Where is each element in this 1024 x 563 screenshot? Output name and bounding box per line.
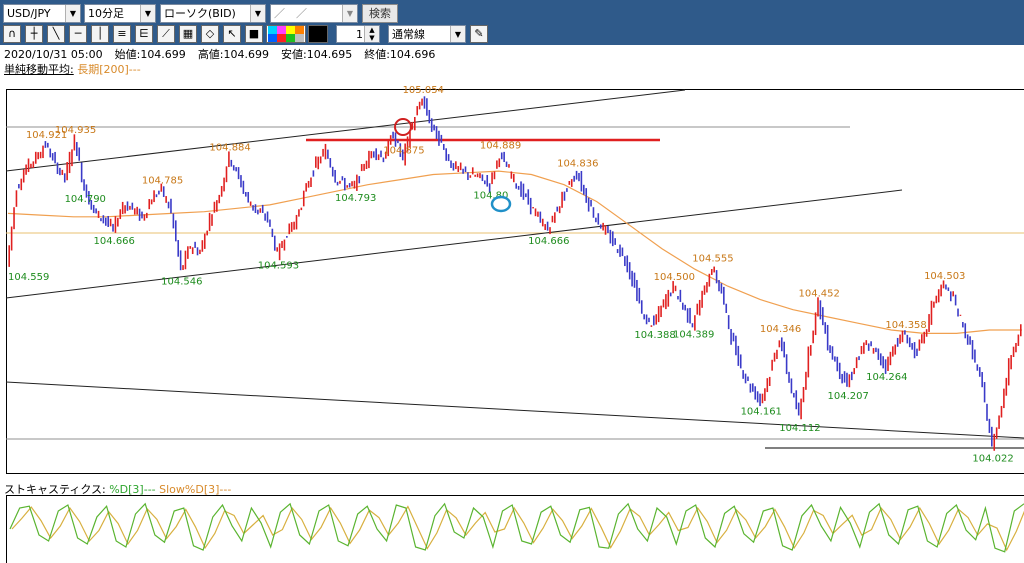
- high-label: 104.785: [142, 176, 183, 187]
- high-label: 104.935: [55, 125, 96, 136]
- low-label: 104.389: [673, 330, 714, 341]
- eraser-icon[interactable]: ◇: [201, 25, 219, 43]
- swatch-red[interactable]: [277, 34, 286, 42]
- line-style-select[interactable]: 通常線 ▼: [388, 25, 466, 43]
- swatch-gray[interactable]: [295, 34, 304, 42]
- crosshair-icon[interactable]: ┼: [25, 25, 43, 43]
- chart-type-select[interactable]: ローソク(BID) ▼: [160, 4, 266, 23]
- high-label: 104.503: [924, 271, 965, 282]
- info-low: 安値:104.695: [281, 48, 353, 61]
- chart-type-value: ローソク(BID): [164, 7, 236, 20]
- low-label: 104.666: [528, 236, 569, 247]
- high-label: 104.346: [760, 324, 801, 335]
- info-datetime: 2020/10/31 05:00: [4, 48, 103, 61]
- info-open: 始値:104.699: [114, 48, 186, 61]
- toolbar: USD/JPY ▼ 10分足 ▼ ローソク(BID) ▼ ／ ／ ▼ 検索 ∩ …: [0, 0, 1024, 45]
- ma-legend-series: 長期[200]---: [77, 63, 141, 76]
- low-label: 104.790: [65, 194, 106, 205]
- channel-icon[interactable]: ≡: [113, 25, 131, 43]
- high-label: 104.889: [480, 141, 521, 152]
- high-label: 104.836: [557, 158, 598, 169]
- high-label: 104.500: [654, 272, 695, 283]
- chevron-down-icon: ▼: [450, 26, 465, 42]
- low-label: 104.559: [8, 272, 49, 283]
- swatch-cyan[interactable]: [268, 26, 277, 34]
- chevron-down-icon: ▼: [65, 5, 80, 22]
- chevron-down-icon: ▼: [250, 5, 265, 22]
- info-close: 終値:104.696: [364, 48, 436, 61]
- line-width-stepper[interactable]: 1 ▲ ▼: [336, 25, 380, 43]
- low-label: 104.666: [94, 236, 135, 247]
- trash-icon[interactable]: ■: [245, 25, 263, 43]
- symbol-select[interactable]: USD/JPY ▼: [3, 4, 81, 23]
- symbol-value: USD/JPY: [7, 7, 51, 20]
- chart-app: USD/JPY ▼ 10分足 ▼ ローソク(BID) ▼ ／ ／ ▼ 検索 ∩ …: [0, 0, 1024, 563]
- low-label: 104.207: [827, 391, 868, 402]
- swatch-yellow[interactable]: [286, 26, 295, 34]
- low-label: 104.112: [779, 423, 820, 434]
- date-value: ／ ／: [274, 7, 307, 20]
- low-label: 104.264: [866, 372, 907, 383]
- swatch-magenta[interactable]: [277, 26, 286, 34]
- fan-icon[interactable]: ⟋: [157, 25, 175, 43]
- low-label: 104.022: [972, 454, 1013, 465]
- stochastic-chart[interactable]: [0, 495, 1024, 563]
- vertical-line-icon[interactable]: │: [91, 25, 109, 43]
- pattern-icon[interactable]: ▦: [179, 25, 197, 43]
- search-button[interactable]: 検索: [362, 4, 398, 23]
- swatch-blue[interactable]: [268, 34, 277, 42]
- high-label: 105.054: [403, 85, 444, 96]
- high-label: 104.452: [799, 288, 840, 299]
- ohlc-info: 2020/10/31 05:00 始値:104.699 高値:104.699 安値:1…: [4, 46, 447, 61]
- high-label: 104.358: [885, 320, 926, 331]
- high-label: 104.884: [209, 142, 250, 153]
- magnet-icon[interactable]: ∩: [3, 25, 21, 43]
- low-label: 104.388: [634, 330, 675, 341]
- current-color-swatch[interactable]: [308, 25, 328, 43]
- info-high: 高値:104.699: [197, 48, 270, 61]
- low-label: 104.546: [161, 277, 202, 288]
- low-label: 104.793: [335, 193, 376, 204]
- color-palette[interactable]: [266, 25, 306, 43]
- timeframe-select[interactable]: 10分足 ▼: [84, 4, 156, 23]
- pen-icon[interactable]: ✎: [470, 25, 488, 43]
- price-chart[interactable]: 104.921104.935104.785104.884 104.875105.0…: [0, 76, 1024, 478]
- calendar-dropdown-icon: ▼: [342, 5, 357, 22]
- select-arrow-icon[interactable]: ↖: [223, 25, 241, 43]
- low-label: 104.593: [258, 261, 299, 272]
- ma-legend-label: 単純移動平均:: [4, 63, 74, 76]
- line-width-value: 1: [356, 28, 363, 41]
- line-style-value: 通常線: [392, 28, 425, 41]
- stepper-arrows-icon[interactable]: ▲ ▼: [364, 26, 379, 42]
- high-label: 104.875: [383, 145, 424, 156]
- low-label: 104.161: [741, 407, 782, 418]
- ma-legend: 単純移動平均: 長期[200]---: [4, 61, 141, 76]
- timeframe-value: 10分足: [88, 7, 124, 20]
- high-label: 104.555: [692, 253, 733, 264]
- horizontal-line-icon[interactable]: ─: [69, 25, 87, 43]
- trendline-icon[interactable]: ╲: [47, 25, 65, 43]
- chevron-down-icon: ▼: [140, 5, 155, 22]
- swatch-orange[interactable]: [295, 26, 304, 34]
- fibonacci-icon[interactable]: ⋿: [135, 25, 153, 43]
- swatch-green[interactable]: [286, 34, 295, 42]
- date-input[interactable]: ／ ／ ▼: [270, 4, 358, 23]
